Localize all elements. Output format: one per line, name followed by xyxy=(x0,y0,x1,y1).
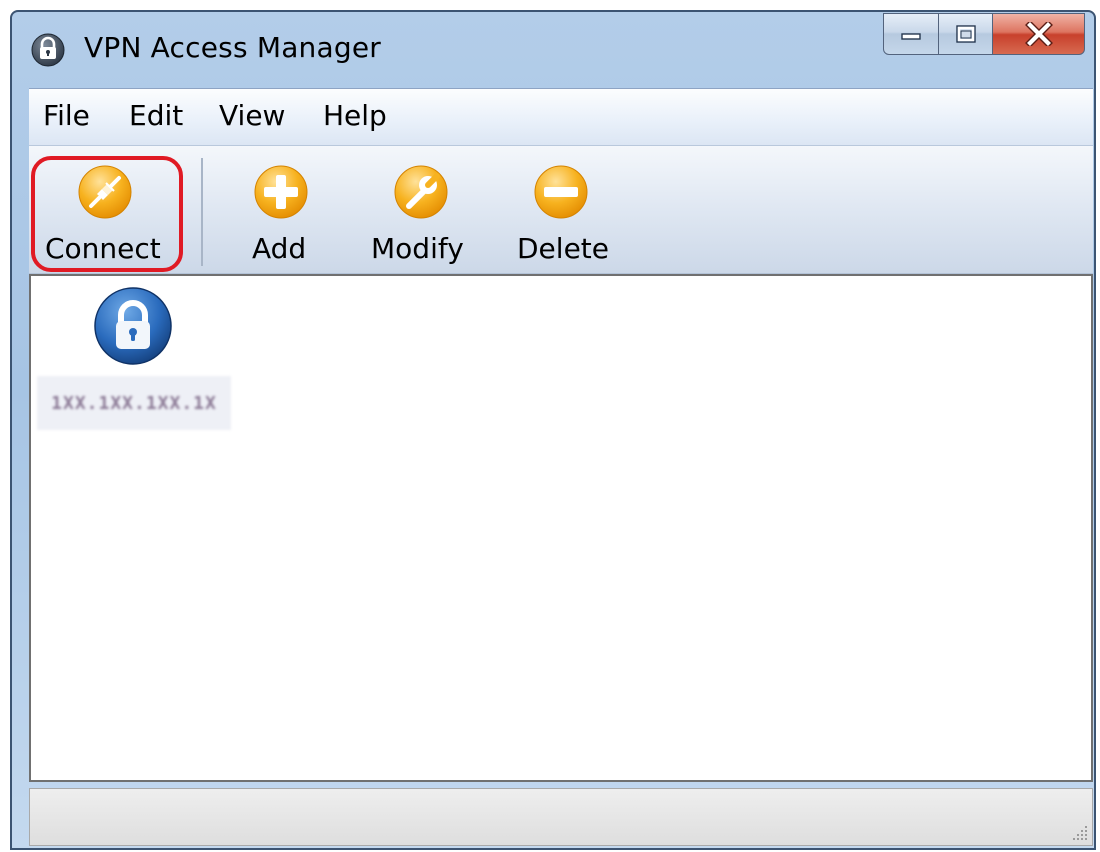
toolbar-separator xyxy=(201,158,203,266)
plus-icon xyxy=(254,165,308,219)
connection-item[interactable]: 1XX.1XX.1XX.1X xyxy=(37,282,231,430)
add-button[interactable]: Add xyxy=(229,156,333,266)
minus-icon xyxy=(534,165,588,219)
toolbar: Connect Add Modify Delete xyxy=(29,146,1093,274)
padlock-icon xyxy=(94,287,172,365)
maximize-button[interactable] xyxy=(939,13,993,55)
close-icon xyxy=(1024,22,1053,46)
connect-highlight-box xyxy=(31,156,183,272)
connection-list: 1XX.1XX.1XX.1X xyxy=(29,274,1093,782)
padlock-app-icon xyxy=(31,33,65,67)
connection-label: 1XX.1XX.1XX.1X xyxy=(37,376,231,430)
connect-button[interactable]: Connect xyxy=(29,156,189,272)
status-bar xyxy=(29,788,1093,846)
window-title: VPN Access Manager xyxy=(84,31,381,64)
window-controls xyxy=(883,13,1085,57)
minimize-icon xyxy=(901,33,921,40)
modify-button[interactable]: Modify xyxy=(361,156,481,266)
add-label: Add xyxy=(252,232,307,265)
minimize-button[interactable] xyxy=(883,13,939,55)
delete-label: Delete xyxy=(517,232,609,265)
maximize-icon xyxy=(955,25,976,43)
app-window: VPN Access Manager File Edit View Help C… xyxy=(10,10,1096,850)
menu-file[interactable]: File xyxy=(43,99,90,132)
delete-button[interactable]: Delete xyxy=(507,156,617,266)
wrench-icon xyxy=(394,165,448,219)
menu-help[interactable]: Help xyxy=(323,99,387,132)
menu-edit[interactable]: Edit xyxy=(129,99,183,132)
menu-bar: File Edit View Help xyxy=(29,88,1093,146)
menu-view[interactable]: View xyxy=(219,99,285,132)
title-bar[interactable]: VPN Access Manager xyxy=(12,12,1094,86)
modify-label: Modify xyxy=(371,232,464,265)
resize-grip-icon[interactable] xyxy=(1068,821,1090,843)
close-button[interactable] xyxy=(993,13,1085,55)
